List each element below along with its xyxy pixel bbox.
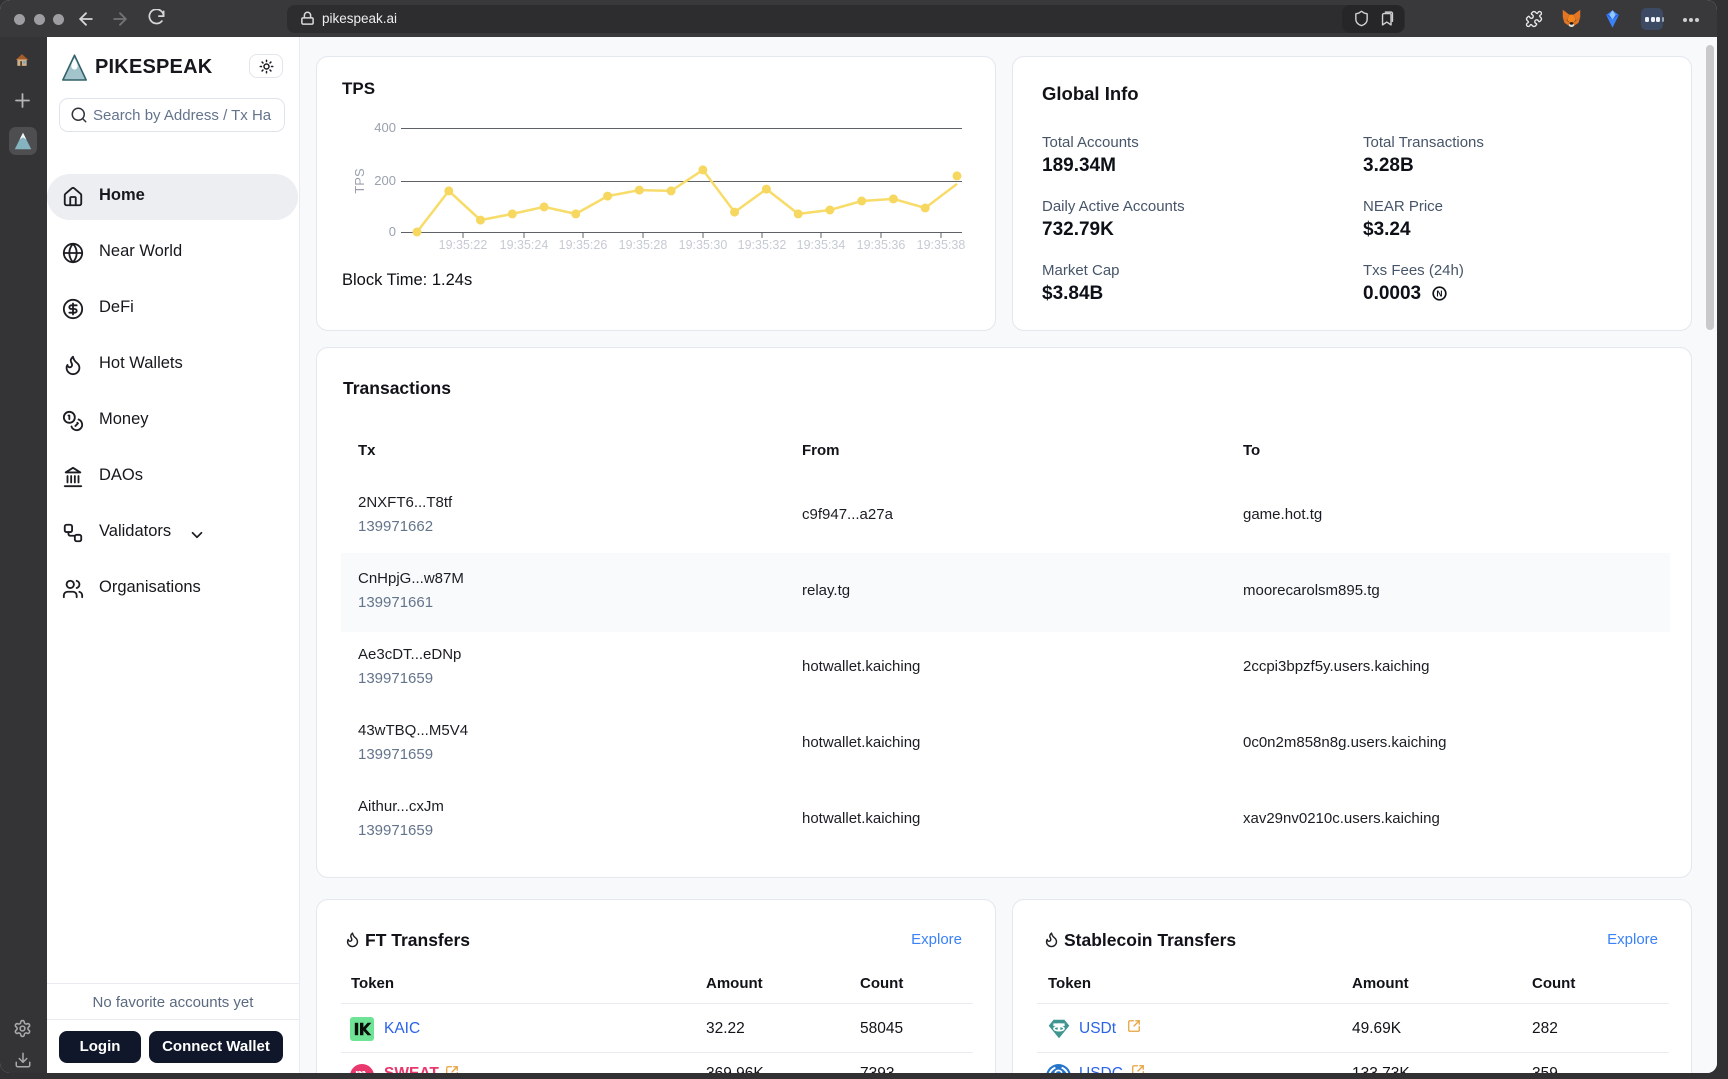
svg-text:19:35:28: 19:35:28: [619, 238, 668, 252]
svg-text:19:35:30: 19:35:30: [679, 238, 728, 252]
svg-text:19:35:38: 19:35:38: [917, 238, 966, 252]
svg-text:0: 0: [389, 224, 396, 239]
svg-text:N: N: [1436, 289, 1442, 299]
svg-text:19:35:26: 19:35:26: [559, 238, 608, 252]
svg-text:19:35:24: 19:35:24: [500, 238, 549, 252]
svg-text:19:35:32: 19:35:32: [738, 238, 787, 252]
svg-text:TPS: TPS: [352, 168, 367, 194]
svg-text:200: 200: [374, 173, 396, 188]
svg-text:19:35:22: 19:35:22: [439, 238, 488, 252]
svg-text:19:35:36: 19:35:36: [857, 238, 906, 252]
svg-text:19:35:34: 19:35:34: [797, 238, 846, 252]
svg-text:400: 400: [374, 120, 396, 135]
